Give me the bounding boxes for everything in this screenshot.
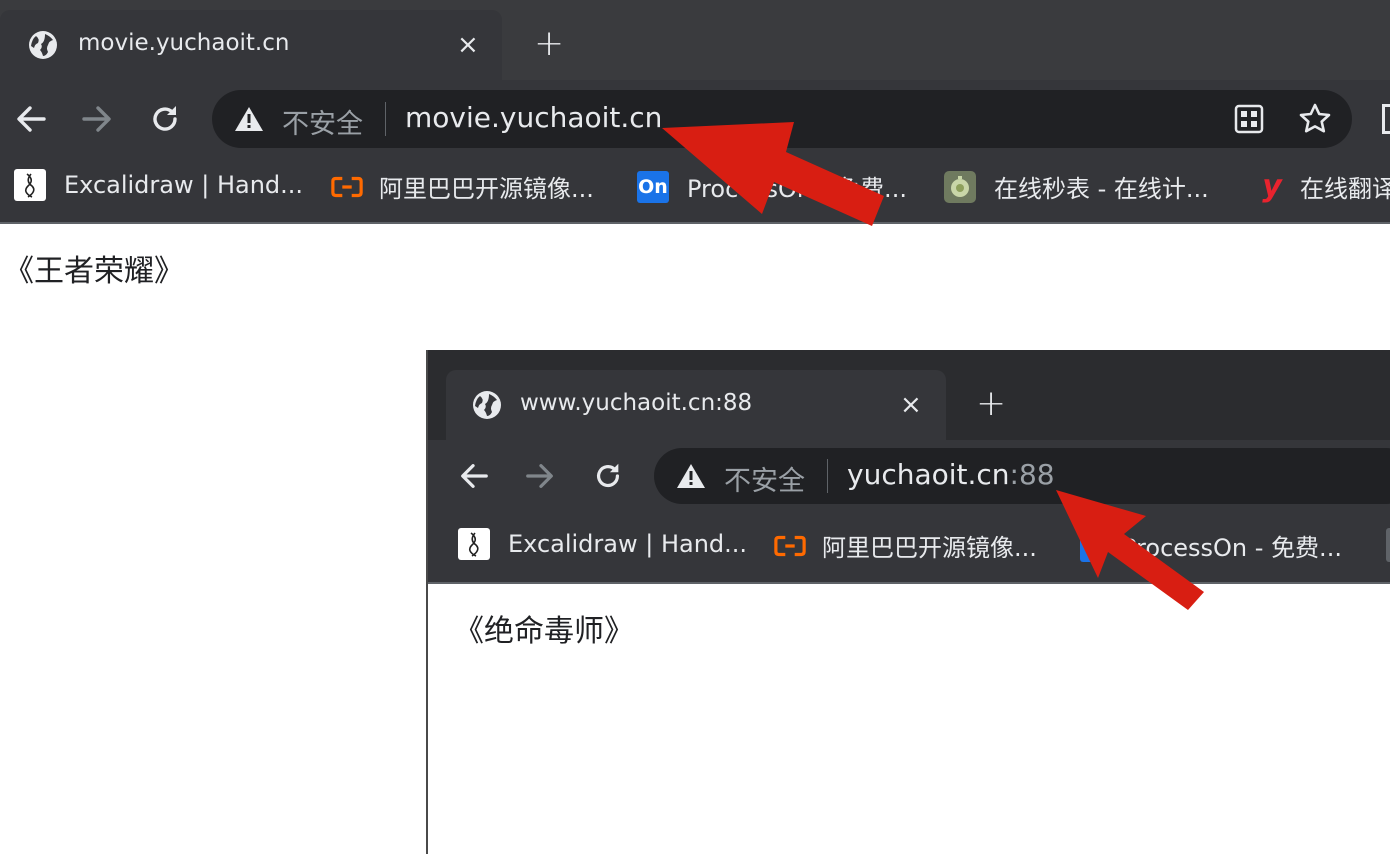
arrow-annotation-main [662,122,884,226]
annotation-arrows [662,122,1204,610]
arrow-annotation-inner [1056,490,1204,610]
